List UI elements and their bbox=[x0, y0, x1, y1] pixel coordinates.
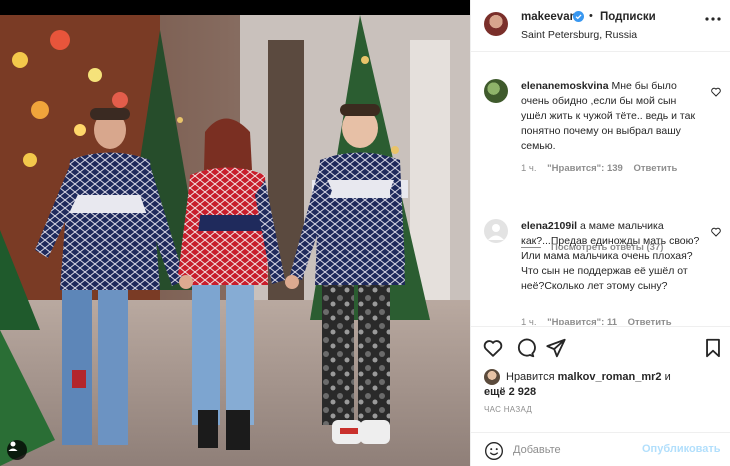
comments-list[interactable]: elenanemoskvina Мне бы было очень обидно… bbox=[471, 53, 730, 325]
reply-button[interactable]: Ответить bbox=[633, 163, 677, 174]
liker-username[interactable]: malkov_roman_mr2 bbox=[558, 371, 662, 383]
instagram-post: makeevan • Подписки Saint Petersburg, Ru… bbox=[0, 0, 730, 466]
likes-count[interactable]: ещё 2 928 bbox=[484, 386, 536, 398]
commenter-username[interactable]: elenanemoskvina bbox=[521, 80, 609, 92]
top-bar bbox=[0, 0, 470, 15]
publish-button[interactable]: Опубликовать bbox=[642, 443, 721, 455]
following-button[interactable]: Подписки bbox=[600, 11, 656, 23]
liker-avatar[interactable] bbox=[484, 369, 500, 385]
comment-time: 1 ч. bbox=[521, 163, 537, 174]
comment-heart-icon[interactable] bbox=[711, 227, 721, 237]
commenter-avatar[interactable] bbox=[484, 219, 508, 243]
heart-icon[interactable] bbox=[482, 337, 504, 359]
post-photo[interactable] bbox=[0, 0, 470, 466]
verified-badge-icon bbox=[573, 11, 584, 22]
commenter-avatar[interactable] bbox=[484, 79, 508, 103]
likes-prefix: Нравится bbox=[506, 370, 555, 383]
post-timestamp[interactable]: ЧАС НАЗАД bbox=[484, 405, 532, 414]
comment-heart-icon[interactable] bbox=[711, 87, 721, 97]
author-avatar[interactable] bbox=[484, 12, 508, 36]
post-header: makeevan • Подписки Saint Petersburg, Ru… bbox=[471, 0, 730, 52]
comment-text: elena2109il а маме мальчика как?...Преда… bbox=[521, 219, 701, 294]
emoji-icon[interactable] bbox=[484, 441, 504, 461]
likes-summary: Нравится malkov_roman_mr2 и ещё 2 928 bbox=[484, 369, 724, 400]
comment-text: elenanemoskvina Мне бы было очень обидно… bbox=[521, 79, 701, 154]
reply-button[interactable]: Ответить bbox=[628, 317, 672, 325]
send-icon[interactable] bbox=[545, 337, 567, 359]
author-username[interactable]: makeevan bbox=[521, 11, 577, 23]
likes-suffix: и bbox=[664, 370, 671, 383]
more-icon[interactable] bbox=[704, 14, 722, 24]
bookmark-icon[interactable] bbox=[702, 337, 724, 359]
user-icon[interactable] bbox=[7, 440, 27, 460]
comment-input[interactable] bbox=[513, 442, 663, 458]
default-avatar-icon bbox=[488, 224, 504, 240]
comment-likes[interactable]: "Нравится": 139 bbox=[547, 163, 623, 174]
post-actions bbox=[471, 326, 730, 370]
post-location[interactable]: Saint Petersburg, Russia bbox=[521, 29, 637, 41]
post-side-panel: makeevan • Подписки Saint Petersburg, Ru… bbox=[470, 0, 730, 466]
comment-meta: 1 ч. "Нравится": 139 Ответить bbox=[521, 163, 685, 174]
add-comment-bar: Опубликовать bbox=[471, 432, 730, 466]
comment-icon[interactable] bbox=[514, 337, 536, 359]
commenter-username[interactable]: elena2109il bbox=[521, 220, 577, 232]
post-photo-image bbox=[0, 15, 470, 466]
comment-meta: 1 ч. "Нравится": 11 Ответить bbox=[521, 317, 680, 325]
comment-time: 1 ч. bbox=[521, 317, 537, 325]
separator-dot: • bbox=[589, 10, 593, 22]
comment-likes[interactable]: "Нравится": 11 bbox=[547, 317, 617, 325]
